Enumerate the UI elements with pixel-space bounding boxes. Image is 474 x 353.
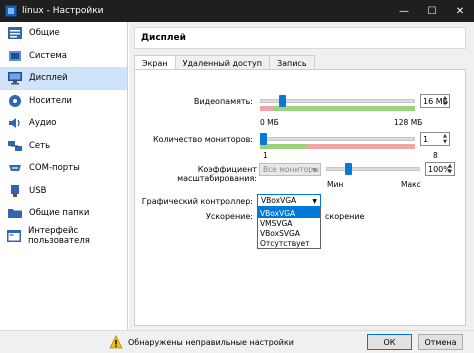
scale-factor-spinbox[interactable]: 100% ▲ ▼ — [425, 162, 455, 176]
graphics-controller-combo[interactable]: VBoxVGA ▼ — [257, 194, 321, 207]
scale-factor-slider-track[interactable] — [326, 167, 420, 171]
close-button[interactable]: ✕ — [446, 0, 474, 22]
spin-arrows-icon[interactable]: ▲ ▼ — [441, 133, 449, 145]
system-icon — [6, 48, 23, 63]
scale-factor-max: Макс — [401, 180, 421, 189]
monitor-count-value: 1 — [423, 134, 429, 144]
spin-arrows-icon[interactable]: ▲ ▼ — [441, 95, 449, 107]
settings-main-panel: Дисплей Экран Удаленный доступ Запись Ви… — [129, 22, 474, 330]
sidebar-item-general[interactable]: Общие — [0, 22, 127, 45]
tab-remote-display[interactable]: Удаленный доступ — [174, 55, 270, 70]
maximize-button[interactable]: ☐ — [418, 0, 446, 22]
storage-icon — [6, 93, 23, 108]
dropdown-option-vboxsvga[interactable]: VBoxSVGA — [258, 228, 320, 238]
usb-icon — [6, 183, 23, 198]
monitor-count-min: 1 — [263, 151, 268, 160]
display-icon — [6, 71, 23, 86]
general-icon — [6, 26, 23, 41]
video-memory-max: 128 МБ — [394, 118, 423, 127]
scale-factor-label: Коэффициент масштабирования: — [177, 165, 257, 183]
dropdown-option-vmsvga[interactable]: VMSVGA — [258, 218, 320, 228]
sidebar-item-audio[interactable]: Аудио — [0, 112, 127, 135]
sidebar-item-label: Носители — [29, 95, 72, 106]
spin-arrows-icon[interactable]: ▲ ▼ — [446, 163, 454, 175]
sidebar-item-label: Общие папки — [29, 208, 90, 219]
acceleration-checkbox-label[interactable]: скорение — [325, 212, 364, 221]
sidebar-item-label: Интерфейс пользователя — [28, 225, 90, 246]
graphics-controller-value: VBoxVGA — [261, 196, 297, 205]
sidebar-item-label: Аудио — [29, 118, 57, 129]
sidebar-item-storage[interactable]: Носители — [0, 90, 127, 113]
video-memory-spinbox[interactable]: 16 МБ ▲ ▼ — [420, 94, 450, 108]
dialog-button-bar: Обнаружены неправильные настройки ОК Отм… — [0, 330, 474, 353]
sidebar-item-label: Система — [29, 50, 67, 61]
shared-folders-icon — [6, 206, 23, 221]
monitor-count-spinbox[interactable]: 1 ▲ ▼ — [420, 132, 450, 146]
monitor-count-slider-handle[interactable] — [260, 133, 267, 145]
chevron-down-icon: ▼ — [312, 167, 317, 174]
scale-factor-slider-handle[interactable] — [345, 163, 353, 175]
tab-recording[interactable]: Запись — [268, 55, 315, 70]
warning-icon[interactable] — [109, 335, 123, 349]
chevron-down-icon: ▼ — [312, 198, 317, 205]
dropdown-option-vboxvga[interactable]: VBoxVGA — [258, 208, 320, 218]
sidebar-item-label: Общие — [29, 28, 60, 39]
sidebar-item-label: Сеть — [29, 140, 51, 151]
window-title: linux - Настройки — [22, 6, 104, 16]
sidebar-item-label: USB — [29, 185, 47, 196]
ok-button[interactable]: ОК — [367, 334, 412, 350]
dropdown-option-none[interactable]: Отсутствует — [258, 238, 320, 248]
virtualbox-icon — [5, 5, 17, 17]
title-bar: linux - Настройки — ☐ ✕ — [0, 0, 474, 22]
acceleration-label: Ускорение: — [205, 212, 253, 221]
sidebar-item-usb[interactable]: USB — [0, 180, 127, 203]
user-interface-icon — [6, 228, 22, 243]
monitor-count-max: 8 — [433, 151, 438, 160]
screen-tab-pane: Видеопамять: 16 МБ ▲ ▼ 0 МБ 128 МБ Количе… — [134, 69, 466, 326]
monitor-count-label: Количество мониторов: — [152, 135, 253, 144]
cancel-button[interactable]: Отмена — [418, 334, 463, 350]
invalid-settings-warning: Обнаружены неправильные настройки — [128, 338, 294, 347]
tab-bar: Экран Удаленный доступ Запись — [134, 55, 315, 71]
sidebar-item-network[interactable]: Сеть — [0, 135, 127, 158]
sidebar-item-com-ports[interactable]: COM-порты — [0, 157, 127, 180]
sidebar-item-display[interactable]: Дисплей — [0, 67, 127, 90]
sidebar-item-user-interface[interactable]: Интерфейс пользователя — [0, 225, 127, 248]
sidebar-item-shared-folders[interactable]: Общие папки — [0, 202, 127, 225]
minimize-button[interactable]: — — [390, 0, 418, 22]
video-memory-min: 0 МБ — [260, 118, 279, 127]
video-memory-label: Видеопамять: — [193, 97, 253, 106]
monitor-count-scale — [260, 144, 415, 149]
serial-ports-icon — [6, 161, 23, 176]
network-icon — [6, 138, 23, 153]
audio-icon — [6, 116, 23, 131]
graphics-controller-label: Графический контроллер: — [141, 197, 253, 206]
page-title: Дисплей — [134, 27, 466, 49]
sidebar-item-label: Дисплей — [29, 73, 68, 84]
settings-sidebar: Общие Система Дисплей Носители Аудио Сет… — [0, 22, 128, 330]
scale-monitor-combo[interactable]: Все мониторы ▼ — [259, 163, 321, 176]
graphics-controller-dropdown: VBoxVGA VMSVGA VBoxSVGA Отсутствует — [257, 207, 321, 249]
sidebar-item-system[interactable]: Система — [0, 45, 127, 68]
scale-factor-min: Мин — [327, 180, 344, 189]
scale-monitor-combo-value: Все мониторы — [263, 165, 319, 174]
monitor-count-slider-track[interactable] — [260, 137, 415, 141]
sidebar-item-label: COM-порты — [29, 163, 80, 174]
video-memory-slider-handle[interactable] — [278, 95, 286, 107]
